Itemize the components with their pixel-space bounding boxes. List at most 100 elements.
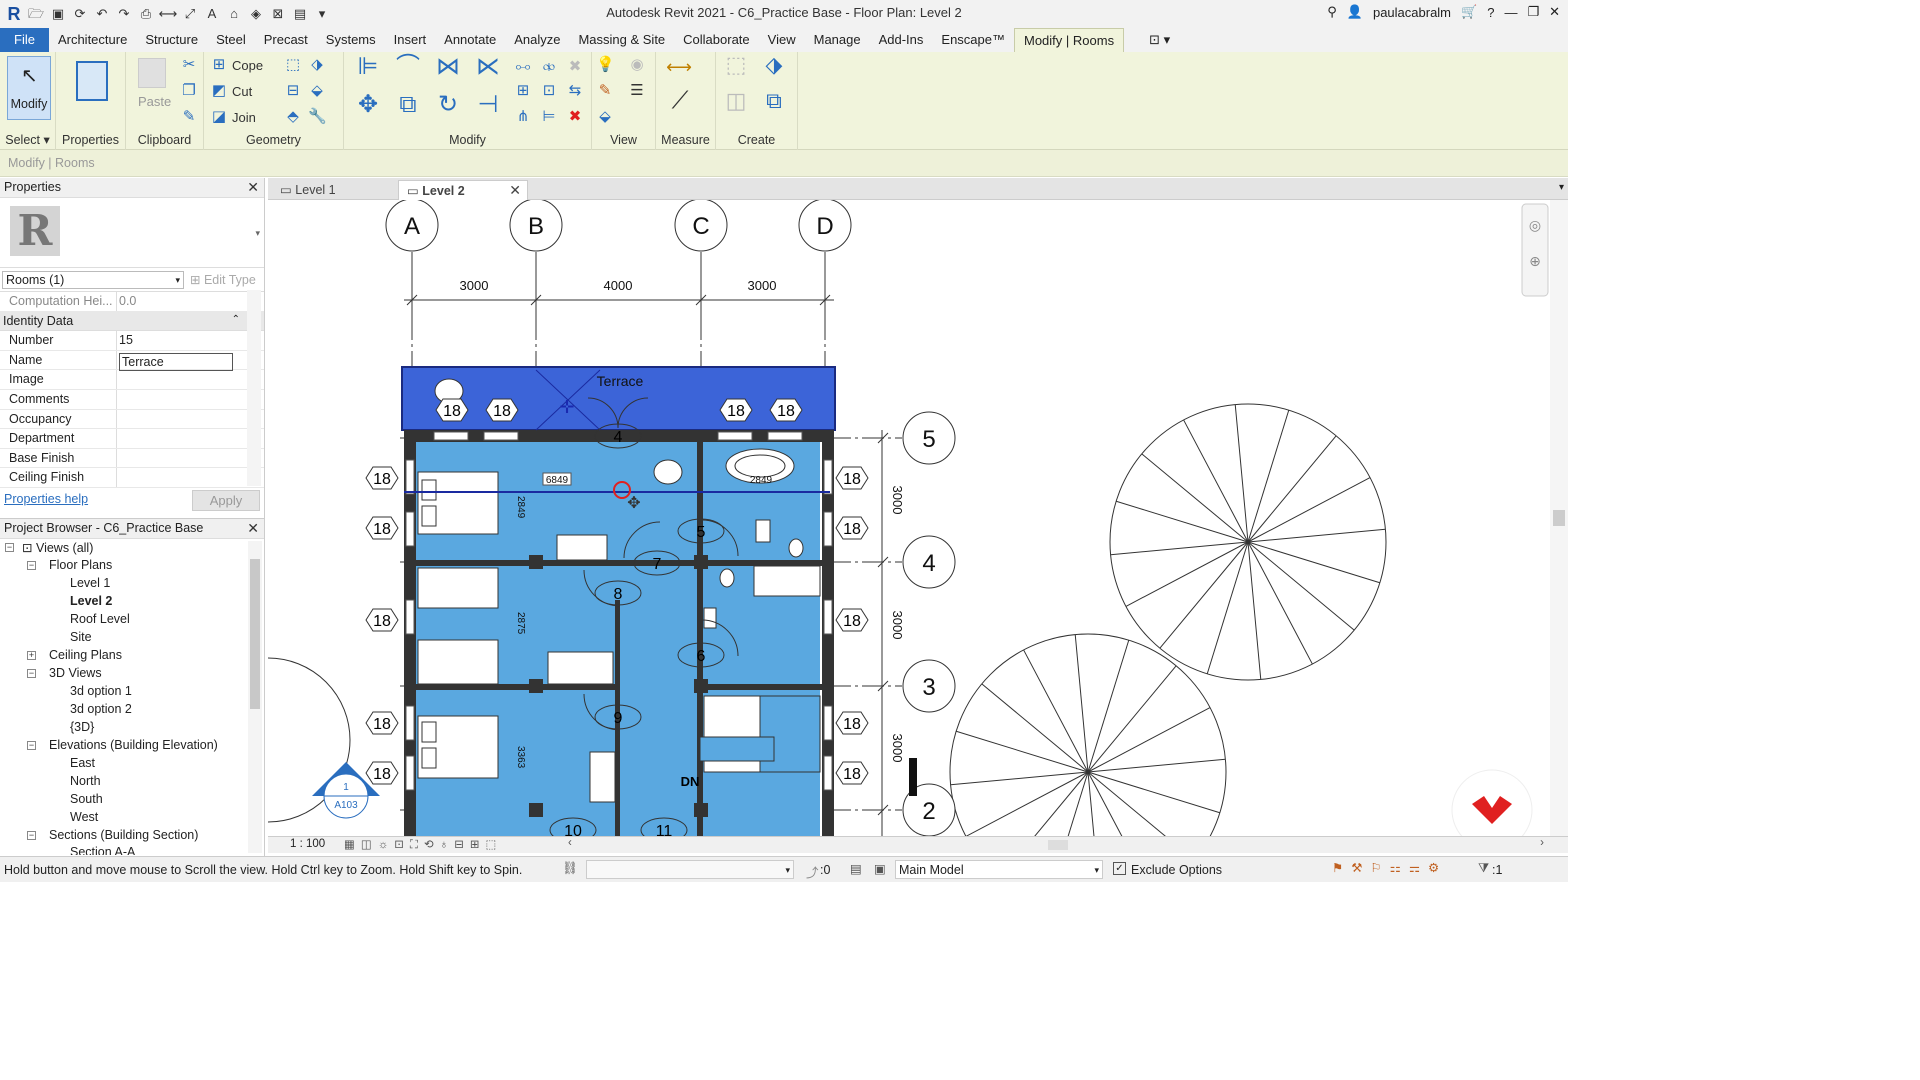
select-dropdown[interactable]: Select ▾ (0, 132, 55, 147)
collapse-toggle[interactable]: − (27, 831, 36, 840)
measure-between-icon[interactable]: ⟷ (664, 58, 694, 76)
window-tag[interactable]: 18 (835, 516, 869, 540)
tab-precast[interactable]: Precast (255, 28, 317, 52)
mirror-pick-axis-icon[interactable]: ⋈ (434, 55, 462, 86)
tree-north[interactable]: North (70, 774, 101, 788)
close-hidden-icon[interactable]: ⊠ (268, 4, 288, 24)
measure-icon[interactable]: ⟷ (158, 4, 178, 24)
filter-view-icon[interactable]: ⬙ (596, 108, 614, 126)
tab-analyze[interactable]: Analyze (505, 28, 569, 52)
close-browser-icon[interactable]: ✕ (247, 520, 259, 537)
tab-insert[interactable]: Insert (385, 28, 436, 52)
align-icon[interactable]: ⊫ (354, 55, 382, 86)
tree-3d-option-2[interactable]: 3d option 2 (70, 702, 132, 716)
prop-value[interactable] (117, 390, 264, 409)
tab-massing-site[interactable]: Massing & Site (569, 28, 674, 52)
prop-value[interactable] (117, 410, 264, 429)
username[interactable]: paulacabralm (1373, 5, 1451, 20)
tree-3d-views[interactable]: 3D Views (49, 666, 102, 680)
tree-site[interactable]: Site (70, 630, 92, 644)
grid-label-a[interactable]: A (404, 213, 420, 240)
inner-dim[interactable]: 3363 (515, 746, 526, 769)
exclude-options-checkbox[interactable]: ✓ (1113, 862, 1126, 875)
model-dropdown[interactable]: Main Model ▾ (895, 860, 1103, 879)
unpin-icon[interactable]: ✖ (566, 58, 584, 76)
worksets-icon[interactable]: ⛓ (562, 861, 578, 876)
collapse-toggle[interactable]: − (27, 741, 36, 750)
minimize-icon[interactable]: — (1504, 5, 1517, 20)
collapse-toggle[interactable]: − (5, 543, 14, 552)
tab-structure[interactable]: Structure (136, 28, 207, 52)
tree-3d-option-1[interactable]: 3d option 1 (70, 684, 132, 698)
offset-icon[interactable]: ⌒ (394, 55, 422, 86)
collapse-icon[interactable]: ⌃ (232, 314, 240, 325)
inner-dim[interactable]: 2849 (750, 475, 773, 486)
wrench-icon[interactable]: 🔧 (308, 108, 327, 126)
open-icon[interactable]: 🗁 (26, 4, 46, 24)
window-tag[interactable]: 18 (365, 761, 399, 785)
3d-view-icon[interactable]: ⌂ (224, 4, 244, 24)
browser-scrollbar[interactable] (248, 541, 262, 853)
dim-text[interactable]: 3000 (748, 278, 777, 293)
tree-sections[interactable]: Sections (Building Section) (49, 828, 198, 842)
cope-icon[interactable]: ⊞ (210, 56, 228, 74)
cut-geometry-icon[interactable]: ◩ (210, 82, 228, 100)
tree-3d-default[interactable]: {3D} (70, 720, 94, 734)
dim-text[interactable]: 3000 (890, 486, 905, 515)
modify-button[interactable]: ↖ Modify (7, 56, 51, 120)
binoculars-icon[interactable]: ⚲ (1327, 4, 1337, 20)
tree-level-1[interactable]: Level 1 (70, 576, 110, 590)
inner-dim[interactable]: 2875 (515, 612, 526, 635)
split-gap-icon[interactable]: ⧞ (540, 58, 558, 76)
window-tag[interactable]: 18 (365, 466, 399, 490)
tab-collaborate[interactable]: Collaborate (674, 28, 759, 52)
tree-roof-level[interactable]: Roof Level (70, 612, 130, 626)
print-icon[interactable]: ⎙ (136, 4, 156, 24)
design-options-icon[interactable]: ▤ (850, 861, 862, 876)
grid-label-5[interactable]: 5 (922, 426, 935, 453)
close-properties-icon[interactable]: ✕ (247, 179, 259, 196)
prop-value[interactable] (117, 370, 264, 389)
switch-windows-icon[interactable]: ▤ (290, 4, 310, 24)
pin-icon[interactable]: ⇆ (566, 82, 584, 100)
dimension-aligned-icon[interactable]: ⟋ (666, 89, 694, 120)
window-tag[interactable]: 18 (835, 466, 869, 490)
scroll-left-icon[interactable]: ‹ (568, 837, 572, 849)
scale-selector[interactable]: 1 : 100 (290, 838, 325, 850)
tab-manage[interactable]: Manage (805, 28, 870, 52)
properties-button[interactable] (71, 56, 111, 114)
copy-element-icon[interactable]: ⧉ (394, 93, 422, 124)
create-assembly-icon[interactable]: ◫ (722, 90, 750, 120)
tab-annotate[interactable]: Annotate (435, 28, 505, 52)
window-tag[interactable]: 18 (365, 608, 399, 632)
vertical-scrollbar[interactable] (1550, 200, 1568, 836)
close-tab-icon[interactable]: ✕ (509, 182, 521, 199)
tab-level-2[interactable]: ▭ Level 2 ✕ (398, 180, 528, 200)
rotate-icon[interactable]: ↻ (434, 93, 462, 124)
grid-label-4[interactable]: 4 (922, 550, 935, 577)
create-group-icon[interactable]: ⬗ (760, 54, 788, 84)
cart-icon[interactable]: 🛒 (1461, 4, 1477, 20)
horizontal-scrollbar[interactable] (1048, 840, 1068, 850)
tree-elevations[interactable]: Elevations (Building Elevation) (49, 738, 218, 752)
restore-icon[interactable]: ❐ (1527, 4, 1539, 20)
window-tag[interactable]: 18 (485, 398, 519, 422)
override-graphics-icon[interactable]: ✎ (596, 82, 614, 100)
revit-app-icon[interactable]: R (4, 4, 24, 24)
editing-requests-icon[interactable]: ⤴ (806, 862, 819, 881)
wall-joins-icon[interactable]: ⬚ (284, 56, 302, 74)
dim-text[interactable]: 4000 (604, 278, 633, 293)
tree-floor-plans[interactable]: Floor Plans (49, 558, 112, 572)
window-tag[interactable]: 18 (835, 608, 869, 632)
room-tag-terrace[interactable]: Terrace (597, 373, 644, 389)
extend-icon[interactable]: ⊨ (540, 108, 558, 126)
dimension-icon[interactable]: ⤢ (180, 4, 200, 24)
tab-menu-icon[interactable]: ▾ (1559, 182, 1564, 193)
trim-multiple-icon[interactable]: ⋔ (514, 108, 532, 126)
window-tag[interactable]: 18 (365, 711, 399, 735)
dim-text[interactable]: 3000 (890, 611, 905, 640)
tab-view[interactable]: View (759, 28, 805, 52)
create-similar-icon[interactable]: ⧉ (760, 90, 788, 120)
grid-label-c[interactable]: C (692, 213, 709, 240)
tree-west[interactable]: West (70, 810, 98, 824)
